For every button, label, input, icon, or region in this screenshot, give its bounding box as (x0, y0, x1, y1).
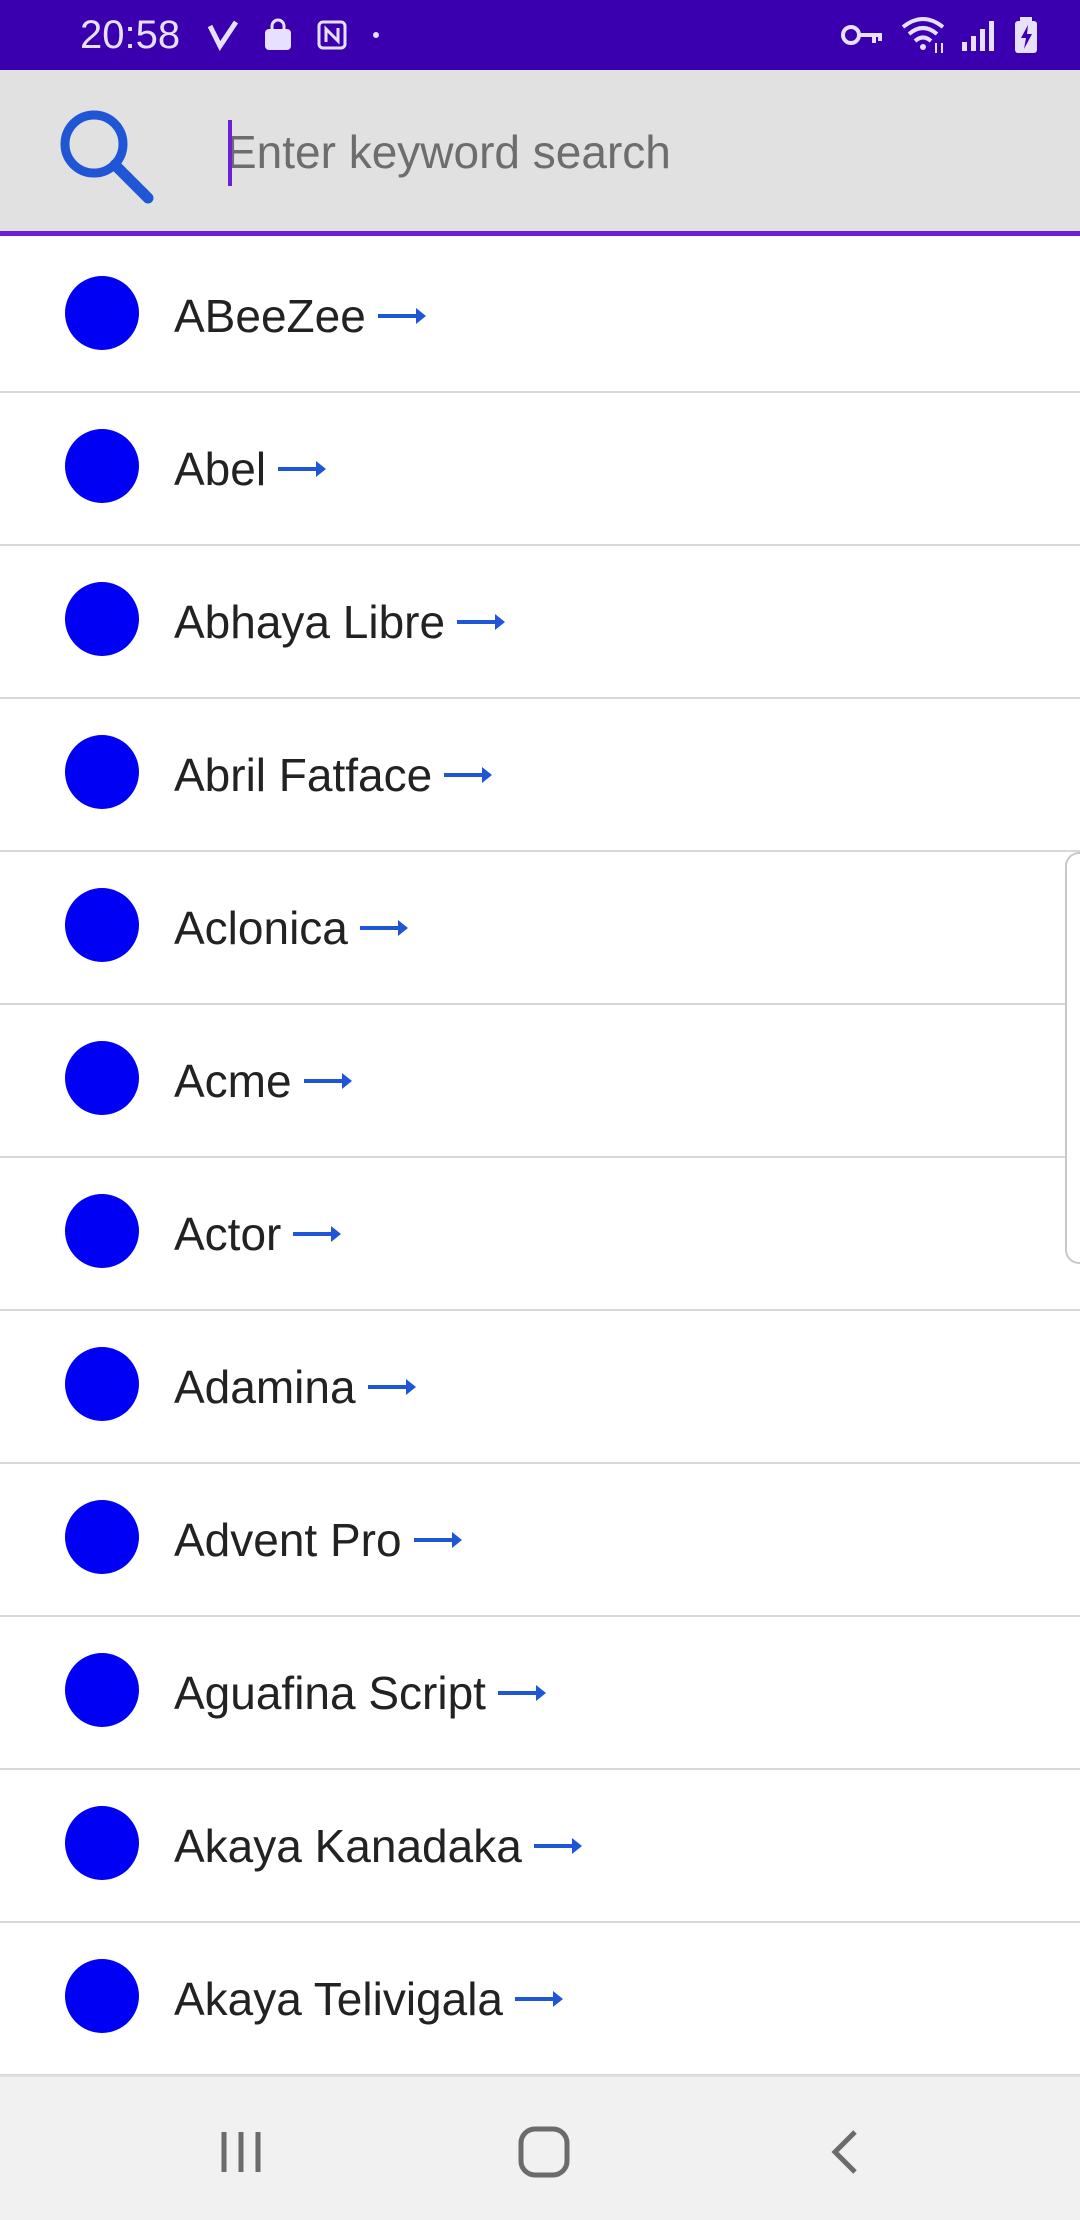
list-item-dot (65, 276, 139, 350)
font-name-label: Abril Fatface (174, 748, 433, 801)
font-name-label: Adamina (174, 1360, 356, 1413)
arrow-right-icon (302, 1069, 354, 1093)
back-icon[interactable] (812, 2117, 882, 2187)
arrow-right-icon (366, 1375, 418, 1399)
dot-icon (368, 27, 384, 43)
arrow-right-icon (291, 1222, 343, 1246)
status-time: 20:58 (80, 12, 181, 57)
list-item[interactable]: Abril Fatface (0, 699, 1080, 852)
list-item[interactable]: Aguafina Script (0, 1617, 1080, 1770)
list-item-dot (65, 1500, 139, 1574)
list-item[interactable]: Akaya Telivigala (0, 1923, 1080, 2075)
list-item-text: Acme (174, 1005, 354, 1156)
list-item-text: Abhaya Libre (174, 546, 507, 697)
list-item-dot (65, 1959, 139, 2033)
list-item-dot (65, 1653, 139, 1727)
font-name-label: Akaya Kanadaka (174, 1819, 522, 1872)
list-item[interactable]: Acme (0, 1005, 1080, 1158)
status-bar: 20:58 (0, 0, 1080, 70)
list-item-dot (65, 1806, 139, 1880)
arrow-right-icon (496, 1681, 548, 1705)
navigation-bar (0, 2075, 1080, 2220)
list-item[interactable]: Aclonica (0, 852, 1080, 1005)
list-item[interactable]: Abel (0, 393, 1080, 546)
arrow-right-icon (412, 1528, 464, 1552)
list-item[interactable]: Akaya Kanadaka (0, 1770, 1080, 1923)
v-check-icon (206, 18, 240, 52)
font-name-label: Acme (174, 1054, 292, 1107)
font-list: ABeeZee Abel Abhaya Libre Abril Fatface Aclo… (0, 240, 1080, 2075)
list-item-text: Akaya Telivigala (174, 1923, 565, 2074)
list-item-dot (65, 1194, 139, 1268)
status-left-icons (206, 17, 384, 53)
list-item-dot (65, 888, 139, 962)
search-input[interactable] (226, 114, 1046, 190)
list-item-dot (65, 1347, 139, 1421)
list-item[interactable]: Adamina (0, 1311, 1080, 1464)
list-item[interactable]: Advent Pro (0, 1464, 1080, 1617)
arrow-right-icon (276, 457, 328, 481)
vpn-key-icon (840, 20, 886, 50)
font-name-label: Aguafina Script (174, 1666, 486, 1719)
font-name-label: Actor (174, 1207, 282, 1260)
arrow-right-icon (442, 763, 494, 787)
list-item-text: Adamina (174, 1311, 418, 1462)
list-item-text: Actor (174, 1158, 343, 1309)
font-name-label: Advent Pro (174, 1513, 402, 1566)
list-item[interactable]: Actor (0, 1158, 1080, 1311)
font-name-label: Akaya Telivigala (174, 1972, 504, 2025)
signal-icon (960, 18, 998, 52)
list-item-dot (65, 429, 139, 503)
list-item-text: Aguafina Script (174, 1617, 548, 1768)
text-caret (228, 120, 232, 186)
nfc-icon (316, 19, 348, 51)
list-item-dot (65, 1041, 139, 1115)
list-item-dot (65, 582, 139, 656)
arrow-right-icon (455, 610, 507, 634)
shopping-bag-icon (260, 17, 296, 53)
status-right-icons (840, 15, 1040, 55)
search-icon[interactable] (50, 100, 160, 210)
list-item[interactable]: ABeeZee (0, 240, 1080, 393)
list-item-text: Akaya Kanadaka (174, 1770, 584, 1921)
list-item[interactable]: Abhaya Libre (0, 546, 1080, 699)
list-item-text: Advent Pro (174, 1464, 464, 1615)
list-item-text: Abel (174, 393, 328, 544)
list-item-dot (65, 735, 139, 809)
list-item-text: Abril Fatface (174, 699, 494, 850)
battery-charging-icon (1012, 16, 1040, 54)
scrollbar-thumb[interactable] (1065, 852, 1080, 1264)
font-name-label: ABeeZee (174, 289, 366, 342)
font-name-label: Aclonica (174, 901, 348, 954)
arrow-right-icon (358, 916, 410, 940)
font-name-label: Abel (174, 442, 267, 495)
list-item-text: Aclonica (174, 852, 410, 1003)
list-item-text: ABeeZee (174, 240, 428, 391)
arrow-right-icon (376, 304, 428, 328)
arrow-right-icon (532, 1834, 584, 1858)
wifi-icon (900, 15, 946, 55)
recent-apps-icon[interactable] (206, 2117, 276, 2187)
font-name-label: Abhaya Libre (174, 595, 446, 648)
home-icon[interactable] (509, 2117, 579, 2187)
search-bar (0, 70, 1080, 236)
arrow-right-icon (513, 1987, 565, 2011)
